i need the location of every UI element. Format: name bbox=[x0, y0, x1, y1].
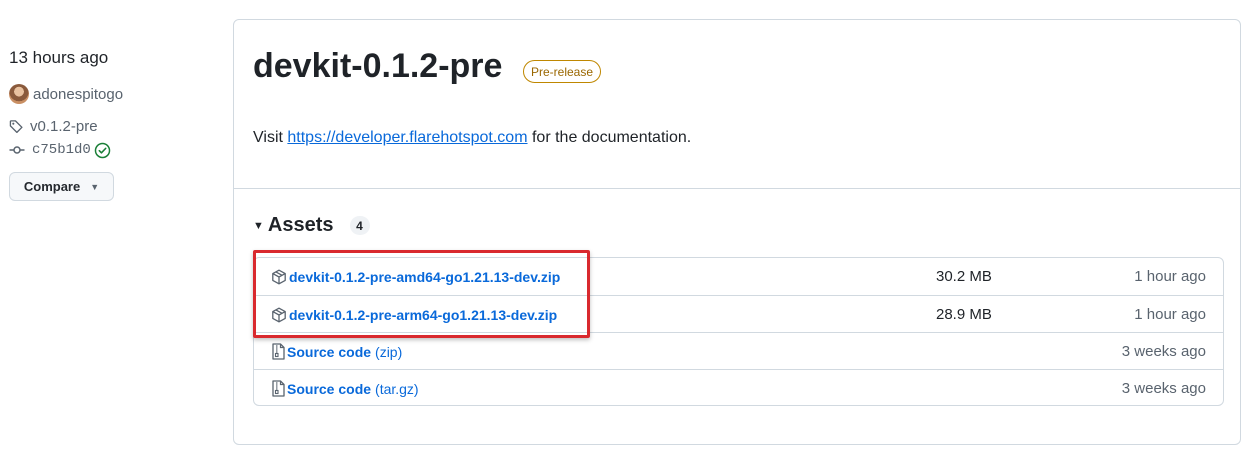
asset-size: 30.2 MB bbox=[936, 268, 992, 285]
asset-row: devkit-0.1.2-pre-arm64-go1.21.13-dev.zip… bbox=[254, 296, 1223, 333]
asset-name[interactable]: Source code bbox=[287, 344, 371, 360]
asset-date: 1 hour ago bbox=[1134, 306, 1206, 323]
release-description: Visit https://developer.flarehotspot.com… bbox=[253, 129, 691, 147]
asset-format[interactable]: (zip) bbox=[375, 344, 402, 360]
tag-icon bbox=[9, 119, 24, 134]
release-card: devkit-0.1.2-pre Pre-release Visit https… bbox=[233, 19, 1241, 445]
asset-name[interactable]: devkit-0.1.2-pre-amd64-go1.21.13-dev.zip bbox=[289, 269, 560, 285]
description-prefix: Visit bbox=[253, 129, 288, 146]
asset-format[interactable]: (tar.gz) bbox=[375, 381, 419, 397]
chevron-down-icon: ▼ bbox=[90, 181, 100, 192]
commit-sha[interactable]: c75b1d0 bbox=[32, 142, 91, 158]
git-commit-icon bbox=[9, 142, 25, 158]
file-zip-icon bbox=[271, 380, 286, 397]
package-icon bbox=[271, 269, 287, 285]
description-suffix: for the documentation. bbox=[527, 129, 692, 146]
release-time: 13 hours ago bbox=[9, 48, 109, 67]
assets-label: Assets bbox=[267, 214, 334, 236]
asset-link[interactable]: Source code (tar.gz) bbox=[271, 380, 419, 397]
asset-date: 3 weeks ago bbox=[1121, 343, 1206, 360]
author-name[interactable]: adonespitogo bbox=[33, 86, 123, 103]
divider bbox=[234, 188, 1240, 189]
triangle-down-icon: ▼ bbox=[253, 219, 264, 232]
asset-name[interactable]: Source code bbox=[287, 381, 371, 397]
avatar[interactable] bbox=[9, 84, 29, 104]
asset-row: Source code (tar.gz) 3 weeks ago bbox=[254, 370, 1223, 407]
tag-label[interactable]: v0.1.2-pre bbox=[30, 118, 98, 135]
documentation-link[interactable]: https://developer.flarehotspot.com bbox=[287, 129, 527, 146]
compare-button[interactable]: Compare ▼ bbox=[9, 172, 114, 201]
asset-link[interactable]: devkit-0.1.2-pre-arm64-go1.21.13-dev.zip bbox=[271, 307, 557, 323]
release-title[interactable]: devkit-0.1.2-pre bbox=[253, 47, 502, 86]
file-zip-icon bbox=[271, 343, 286, 360]
assets-toggle[interactable]: ▼ Assets 4 bbox=[253, 214, 370, 237]
release-author[interactable]: adonespitogo bbox=[9, 84, 123, 104]
assets-count-badge: 4 bbox=[349, 216, 370, 235]
asset-link[interactable]: devkit-0.1.2-pre-amd64-go1.21.13-dev.zip bbox=[271, 269, 560, 285]
prerelease-badge: Pre-release bbox=[523, 60, 602, 83]
asset-date: 1 hour ago bbox=[1134, 268, 1206, 285]
asset-row: devkit-0.1.2-pre-amd64-go1.21.13-dev.zip… bbox=[254, 258, 1223, 295]
check-circle-icon[interactable] bbox=[94, 142, 111, 159]
release-commit[interactable]: c75b1d0 bbox=[9, 140, 111, 160]
release-tag[interactable]: v0.1.2-pre bbox=[9, 117, 98, 135]
package-icon bbox=[271, 307, 287, 323]
compare-label: Compare bbox=[23, 179, 81, 194]
asset-link[interactable]: Source code (zip) bbox=[271, 343, 402, 360]
asset-name[interactable]: devkit-0.1.2-pre-arm64-go1.21.13-dev.zip bbox=[289, 307, 557, 323]
asset-size: 28.9 MB bbox=[936, 306, 992, 323]
assets-list: devkit-0.1.2-pre-amd64-go1.21.13-dev.zip… bbox=[253, 257, 1224, 406]
asset-row: Source code (zip) 3 weeks ago bbox=[254, 333, 1223, 370]
asset-date: 3 weeks ago bbox=[1121, 380, 1206, 397]
